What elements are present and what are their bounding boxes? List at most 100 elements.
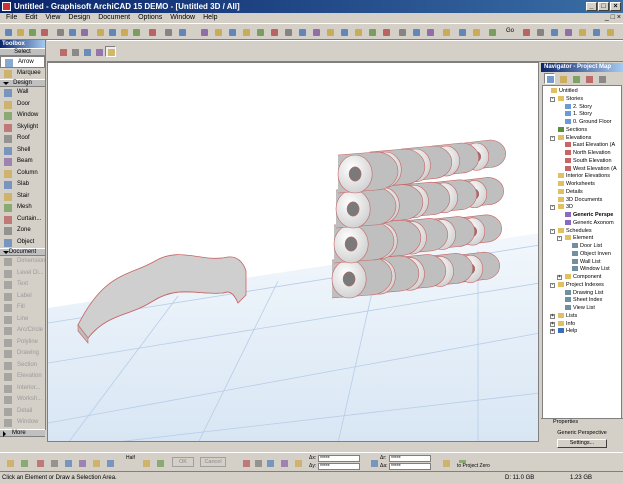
- toolbar-button-40-icon[interactable]: [576, 26, 587, 37]
- nav-item-view-list[interactable]: View List: [565, 305, 595, 312]
- toolbar-button-32-icon[interactable]: [440, 26, 451, 37]
- tool-door[interactable]: Door: [0, 99, 45, 111]
- toolbar-button-10-icon[interactable]: [118, 26, 129, 37]
- info-tool-3-icon[interactable]: [34, 457, 45, 468]
- toolbar-button-33-icon[interactable]: [456, 26, 467, 37]
- nav-item-3d-documents[interactable]: 3D Documents: [558, 197, 602, 204]
- nav-item-stories[interactable]: - Stories: [550, 96, 583, 103]
- toolbar-button-29-icon[interactable]: [396, 26, 407, 37]
- title-bar[interactable]: Untitled - Graphisoft ArchiCAD 15 DEMO -…: [0, 0, 623, 13]
- tool-fill[interactable]: Fill: [0, 302, 45, 314]
- close-button[interactable]: ×: [610, 2, 621, 11]
- tool-wall[interactable]: Wall: [0, 87, 45, 99]
- tool-shell[interactable]: Shell: [0, 145, 45, 157]
- nav-item-window-list[interactable]: Window List: [572, 266, 610, 273]
- nav-item-door-list[interactable]: Door List: [572, 243, 602, 250]
- tool-drawing[interactable]: Drawing: [0, 348, 45, 360]
- menu-window[interactable]: Window: [166, 13, 199, 23]
- tool-arc-circle[interactable]: Arc/Circle: [0, 325, 45, 337]
- tool-arrow[interactable]: Arrow: [0, 56, 45, 68]
- toolbar-button-6-icon[interactable]: [66, 26, 77, 37]
- toolbar-button-23-icon[interactable]: [310, 26, 321, 37]
- nav-item-south-elevation[interactable]: South Elevation: [565, 158, 612, 165]
- tool-text[interactable]: Text: [0, 279, 45, 291]
- toolbar-button-15-icon[interactable]: [198, 26, 209, 37]
- tool-skylight[interactable]: Skylight: [0, 122, 45, 134]
- collapse-icon[interactable]: -: [550, 205, 555, 211]
- tool-object[interactable]: Object: [0, 237, 45, 249]
- tool-label[interactable]: Label: [0, 291, 45, 303]
- toolbar-button-17-icon[interactable]: [226, 26, 237, 37]
- document-close-icon[interactable]: _ □ ×: [605, 14, 621, 21]
- document-section-header[interactable]: Document: [0, 248, 45, 256]
- tool-level-di[interactable]: Level Di...: [0, 268, 45, 280]
- info-tool-10-icon[interactable]: [154, 457, 165, 468]
- info-tool-11-icon[interactable]: [240, 457, 251, 468]
- info-tool-2-icon[interactable]: [18, 457, 29, 468]
- expand-icon[interactable]: +: [550, 329, 555, 335]
- tool-section[interactable]: Section: [0, 360, 45, 372]
- toolbar-button-38-icon[interactable]: [548, 26, 559, 37]
- dy-field[interactable]: *****: [318, 463, 360, 470]
- toolbar-button-8-icon[interactable]: [94, 26, 105, 37]
- organizer-tab-icon[interactable]: [596, 73, 607, 84]
- publisher-tab-icon[interactable]: [583, 73, 594, 84]
- toolbar-button-26-icon[interactable]: [352, 26, 363, 37]
- toolbar-button-19-icon[interactable]: [254, 26, 265, 37]
- info-tool-7-icon[interactable]: [90, 457, 101, 468]
- goto-label[interactable]: Go: [506, 28, 514, 34]
- collapse-icon[interactable]: -: [550, 135, 555, 141]
- info-tool-9-icon[interactable]: [140, 457, 151, 468]
- edit-tool-4-icon[interactable]: [93, 46, 104, 57]
- collapse-icon[interactable]: -: [557, 236, 562, 242]
- tool-line[interactable]: Line: [0, 314, 45, 326]
- menu-design[interactable]: Design: [64, 13, 94, 23]
- collapse-icon[interactable]: -: [550, 228, 555, 234]
- nav-item-lists[interactable]: + Lists: [550, 313, 577, 320]
- info-tool-5-icon[interactable]: [62, 457, 73, 468]
- toolbar-button-11-icon[interactable]: [130, 26, 141, 37]
- edit-tool-1-icon[interactable]: [57, 46, 68, 57]
- tool-column[interactable]: Column: [0, 168, 45, 180]
- nav-item-generic-axonom[interactable]: Generic Axonom: [565, 220, 614, 227]
- nav-item-elevations[interactable]: - Elevations: [550, 135, 591, 142]
- toolbar-button-5-icon[interactable]: [54, 26, 65, 37]
- nav-item-details[interactable]: Details: [558, 189, 583, 196]
- toolbar-button-12-icon[interactable]: [146, 26, 157, 37]
- toolbar-button-30-icon[interactable]: [410, 26, 421, 37]
- info-tool-17-icon[interactable]: [440, 457, 451, 468]
- tool-elevation[interactable]: Elevation: [0, 371, 45, 383]
- nav-item-east-elevation-a[interactable]: East Elevation (A: [565, 142, 615, 149]
- tool-window[interactable]: Window: [0, 110, 45, 122]
- info-tool-4-icon[interactable]: [48, 457, 59, 468]
- toolbar-button-28-icon[interactable]: [380, 26, 391, 37]
- tool-interior[interactable]: Interior...: [0, 383, 45, 395]
- 3d-window-canvas[interactable]: [47, 62, 539, 442]
- minimize-button[interactable]: _: [586, 2, 597, 11]
- edit-tool-2-icon[interactable]: [69, 46, 80, 57]
- collapse-icon[interactable]: -: [550, 282, 555, 288]
- toolbar-button-7-icon[interactable]: [78, 26, 89, 37]
- cancel-button[interactable]: Cancel: [200, 457, 226, 467]
- tool-marquee[interactable]: Marquee: [0, 68, 45, 80]
- more-section-header[interactable]: More: [0, 428, 45, 437]
- toolbar-button-42-icon[interactable]: [604, 26, 615, 37]
- info-tool-13-icon[interactable]: [264, 457, 275, 468]
- toolbar-button-25-icon[interactable]: [338, 26, 349, 37]
- tool-window[interactable]: Window: [0, 417, 45, 429]
- toolbar-button-3-icon[interactable]: [26, 26, 37, 37]
- menu-view[interactable]: View: [41, 13, 64, 23]
- collapse-icon[interactable]: -: [550, 96, 555, 102]
- tool-beam[interactable]: Beam: [0, 156, 45, 168]
- toolbar-button-9-icon[interactable]: [106, 26, 117, 37]
- toolbar-button-16-icon[interactable]: [212, 26, 223, 37]
- nav-item-drawing-list[interactable]: Drawing List: [565, 290, 603, 297]
- toolbar-button-4-icon[interactable]: [38, 26, 49, 37]
- tool-zone[interactable]: Zone: [0, 225, 45, 237]
- dx-field[interactable]: *****: [318, 455, 360, 462]
- tool-mesh[interactable]: Mesh: [0, 202, 45, 214]
- info-tool-8-icon[interactable]: [104, 457, 115, 468]
- view-map-tab-icon[interactable]: [557, 73, 568, 84]
- nav-item-element[interactable]: - Element: [557, 235, 593, 242]
- nav-item-sheet-index[interactable]: Sheet Index: [565, 297, 602, 304]
